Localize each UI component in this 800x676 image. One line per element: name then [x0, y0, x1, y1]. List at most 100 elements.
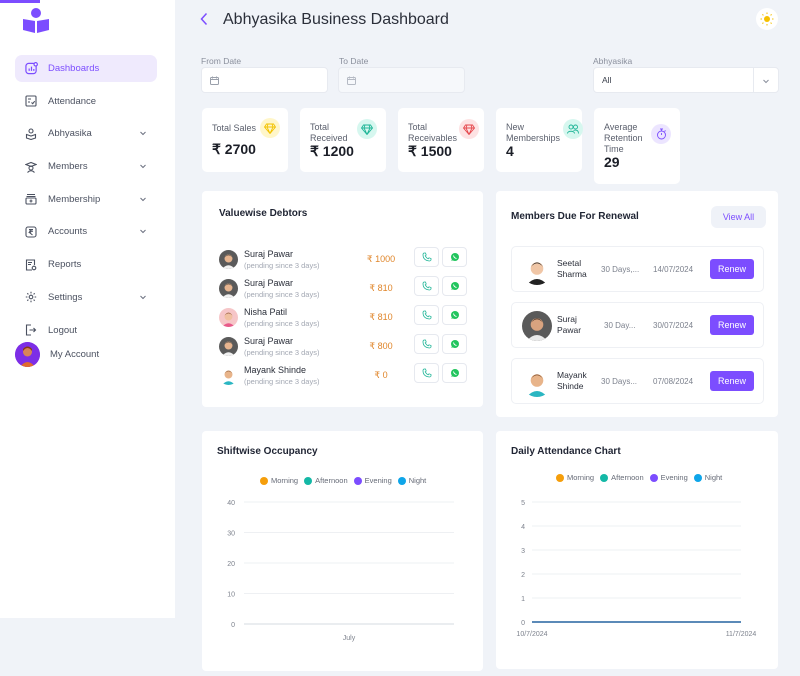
- abhyasika-select[interactable]: All: [593, 67, 779, 93]
- sidebar: Dashboards Attendance Abhyasika Members …: [0, 0, 175, 618]
- x-tick-label: 11/7/2024: [726, 631, 757, 638]
- my-account-link[interactable]: My Account: [15, 342, 99, 367]
- stat-value: 4: [506, 143, 514, 159]
- sidebar-item-attendance[interactable]: Attendance: [15, 88, 157, 115]
- view-all-button[interactable]: View All: [711, 206, 766, 228]
- y-tick-label: 20: [227, 561, 235, 568]
- dashboard-icon: [24, 62, 38, 76]
- call-button[interactable]: [414, 305, 439, 325]
- stat-card-total-received: Total Received ₹ 1200: [300, 108, 386, 172]
- y-tick-label: 3: [521, 548, 525, 555]
- debtor-amount: ₹ 810: [369, 283, 393, 293]
- chevron-down-icon: [140, 132, 146, 136]
- debtor-row: Nisha Patil (pending since 3 days) ₹ 810: [219, 305, 469, 331]
- y-tick-label: 30: [227, 531, 235, 538]
- call-button[interactable]: [414, 334, 439, 354]
- panel-title: Members Due For Renewal: [511, 211, 639, 222]
- avatar: [219, 250, 238, 269]
- stat-card-average-retention: Average Retention Time 29: [594, 108, 680, 184]
- debtor-name: Mayank Shinde: [244, 365, 307, 375]
- y-tick-label: 5: [521, 500, 525, 507]
- stat-card-total-sales: Total Sales ₹ 2700: [202, 108, 288, 172]
- logo-icon[interactable]: [22, 7, 50, 33]
- whatsapp-button[interactable]: [442, 247, 467, 267]
- whatsapp-button[interactable]: [442, 305, 467, 325]
- sidebar-item-label: Settings: [48, 291, 83, 303]
- call-button[interactable]: [414, 363, 439, 383]
- membership-duration: 30 Days...: [601, 377, 638, 386]
- sidebar-item-reports[interactable]: Reports: [15, 251, 157, 278]
- my-account-label: My Account: [50, 349, 100, 360]
- debtor-row: Suraj Pawar (pending since 3 days) ₹ 1000: [219, 247, 469, 273]
- y-tick-label: 1: [521, 596, 525, 603]
- x-tick-label: July: [343, 635, 356, 642]
- back-arrow-icon[interactable]: [199, 12, 209, 26]
- phone-icon: [422, 252, 431, 262]
- select-divider: [753, 68, 754, 92]
- debtor-amount: ₹ 1000: [366, 254, 396, 264]
- sidebar-item-label: Logout: [48, 324, 78, 336]
- sidebar-item-dashboards[interactable]: Dashboards: [15, 55, 157, 82]
- phone-icon: [422, 281, 431, 291]
- sidebar-item-settings[interactable]: Settings: [15, 284, 157, 311]
- y-tick-label: 2: [521, 572, 525, 579]
- renew-button[interactable]: Renew: [710, 259, 754, 279]
- diamond-icon: [459, 119, 479, 139]
- sidebar-item-accounts[interactable]: Accounts: [15, 218, 157, 245]
- debtor-amount: ₹ 810: [369, 312, 393, 322]
- chevron-down-icon: [140, 164, 146, 169]
- avatar: [219, 308, 238, 327]
- member-name: Seetal Sharma: [557, 258, 597, 280]
- debtor-name: Nisha Patil: [244, 307, 288, 317]
- sidebar-item-abhyasika[interactable]: Abhyasika: [15, 120, 157, 147]
- abhyasika-icon: [24, 127, 38, 141]
- avatar: [522, 311, 552, 341]
- whatsapp-icon: [450, 282, 459, 290]
- x-tick-label: 10/7/2024: [516, 631, 547, 638]
- stat-value: 29: [604, 154, 620, 170]
- member-name: Mayank Shinde: [557, 370, 597, 392]
- reports-icon: [24, 258, 38, 272]
- stat-value: ₹ 2700: [212, 141, 256, 157]
- rupee-icon: [24, 225, 38, 239]
- diamond-icon: [357, 119, 377, 139]
- debtor-amount: ₹ 0: [374, 370, 388, 380]
- stat-label: Total Sales: [212, 123, 257, 133]
- whatsapp-button[interactable]: [442, 363, 467, 383]
- call-button[interactable]: [414, 247, 439, 267]
- from-date-input[interactable]: [201, 67, 328, 93]
- debtor-name: Suraj Pawar: [244, 278, 294, 288]
- debtor-row: Mayank Shinde (pending since 3 days) ₹ 0: [219, 363, 469, 389]
- shiftwise-occupancy-panel: Shiftwise Occupancy Morning Afternoon Even…: [202, 431, 483, 671]
- phone-icon: [422, 339, 431, 349]
- renewal-row: Suraj Pawar 30 Day... 30/07/2024 Renew: [511, 302, 764, 348]
- chevron-down-icon: [140, 197, 146, 201]
- debtor-pending-note: (pending since 3 days): [244, 319, 320, 328]
- sidebar-item-label: Members: [48, 161, 88, 173]
- renewal-row: Seetal Sharma 30 Days,... 14/07/2024 Renew: [511, 246, 764, 292]
- whatsapp-icon: [450, 311, 459, 319]
- abhyasika-filter-label: Abhyasika: [593, 56, 633, 66]
- debtor-name: Suraj Pawar: [244, 249, 294, 259]
- theme-toggle-button[interactable]: [756, 8, 778, 30]
- debtor-amount: ₹ 800: [369, 341, 393, 351]
- stat-value: ₹ 1500: [408, 143, 452, 159]
- sidebar-nav: Dashboards Attendance Abhyasika Members …: [15, 55, 157, 349]
- renew-button[interactable]: Renew: [710, 315, 754, 335]
- renew-button[interactable]: Renew: [710, 371, 754, 391]
- y-tick-label: 10: [227, 592, 235, 599]
- accent-bar: [0, 0, 40, 3]
- whatsapp-button[interactable]: [442, 276, 467, 296]
- sidebar-item-members[interactable]: Members: [15, 153, 157, 180]
- y-tick-label: 0: [231, 622, 235, 629]
- whatsapp-button[interactable]: [442, 334, 467, 354]
- sidebar-item-logout[interactable]: Logout: [15, 317, 157, 344]
- diamond-icon: [260, 118, 280, 138]
- debtor-pending-note: (pending since 3 days): [244, 377, 320, 386]
- to-date-input[interactable]: [338, 67, 465, 93]
- stat-label: Total Received: [310, 122, 348, 143]
- call-button[interactable]: [414, 276, 439, 296]
- debtor-pending-note: (pending since 3 days): [244, 290, 320, 299]
- sidebar-item-membership[interactable]: Membership: [15, 186, 157, 213]
- sidebar-item-label: Accounts: [48, 226, 88, 238]
